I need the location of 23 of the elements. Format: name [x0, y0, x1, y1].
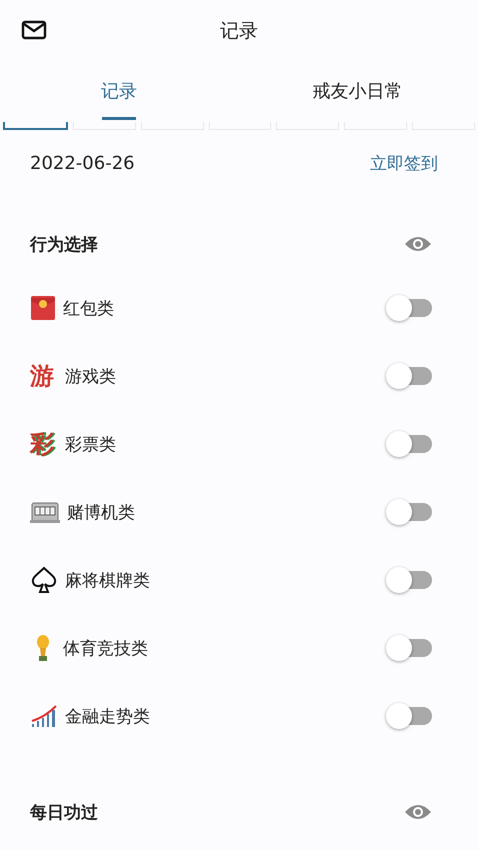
- eye-icon[interactable]: [404, 802, 432, 822]
- section-title: 每日功过: [30, 802, 98, 824]
- page-title: 记录: [220, 19, 258, 44]
- eye-icon[interactable]: [404, 234, 432, 254]
- category-label: 金融走势类: [65, 706, 151, 728]
- category-label: 彩票类: [65, 434, 117, 456]
- envelope-icon: [30, 295, 56, 321]
- character-icon: 游: [30, 364, 58, 388]
- mail-icon[interactable]: [21, 20, 47, 40]
- section-title: 行为选择: [30, 234, 98, 256]
- spade-icon: [30, 566, 58, 594]
- category-label: 体育竞技类: [63, 638, 149, 660]
- rising-chart-icon: [30, 704, 58, 728]
- date-label: 2022-06-26: [30, 152, 135, 174]
- check-in-link[interactable]: 立即签到: [370, 152, 438, 174]
- category-label: 赌博机类: [67, 502, 136, 524]
- category-label: 红包类: [63, 298, 115, 320]
- tab[interactable]: 戒友小日常: [238, 62, 477, 120]
- category-label: 游戏类: [65, 366, 117, 388]
- category-label: 麻将棋牌类: [65, 570, 151, 592]
- day-cell[interactable]: [3, 122, 68, 130]
- slot-machine-icon: [30, 500, 60, 524]
- character-icon: 彩: [30, 432, 58, 456]
